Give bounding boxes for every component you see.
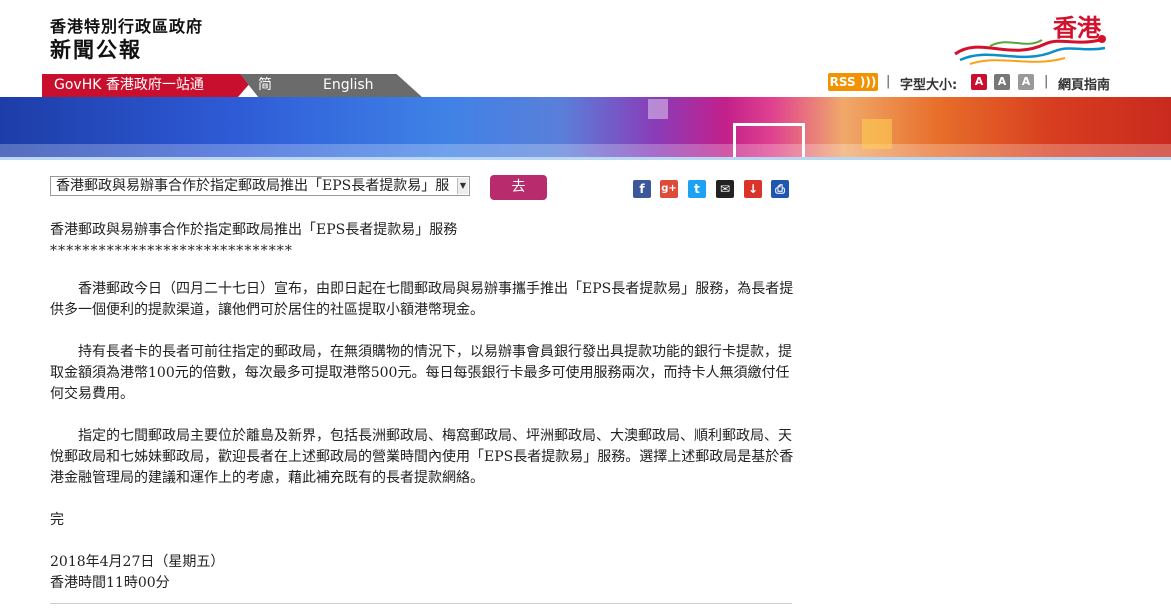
banner-decoration [862,119,892,149]
release-date: 2018年4月27日（星期五） [50,554,225,570]
go-button[interactable]: 去 [490,175,547,200]
banner-decoration [648,99,668,119]
chevron-down-icon[interactable]: ▼ [457,178,468,194]
banner-decoration [733,123,805,157]
font-size-large-button[interactable]: A [1018,74,1034,90]
twitter-icon[interactable]: t [688,180,706,198]
rss-button[interactable]: RSS ))) [828,73,878,91]
paragraph: 持有長者卡的長者可前往指定的郵政局，在無須購物的情況下，以易辦事會員銀行發出具提… [50,344,792,402]
header-banner [0,97,1171,157]
paragraph: 指定的七間郵政局主要位於離島及新界，包括長洲郵政局、梅窩郵政局、坪洲郵政局、大澳… [50,428,794,486]
govhk-link[interactable]: GovHK 香港政府一站通 [42,74,238,97]
divider [50,603,792,604]
paragraph: 香港郵政今日（四月二十七日）宣布，由即日起在七間郵政局與易辦事攜手推出「EPS長… [50,281,794,318]
site-guide-link[interactable]: 網頁指南 [1058,74,1110,93]
email-icon[interactable]: ✉ [716,180,734,198]
bookmark-icon[interactable]: ↓ [744,180,762,198]
end-marker: 完 [50,512,64,528]
banner-bottom-line [0,157,1171,160]
press-releases-title[interactable]: 新聞公報 [50,34,142,64]
release-time: 香港時間11時00分 [50,575,170,591]
headline-separator: ****************************** [50,243,293,259]
press-release-headline: 香港郵政與易辦事合作於指定郵政局推出「EPS長者提款易」服務 [50,222,458,238]
english-link[interactable]: English [323,74,374,97]
divider: | [886,74,891,89]
banner-stripe [0,144,1171,157]
selected-press-release: 香港郵政與易辦事合作於指定郵政局推出「EPS長者提款易」服 [56,178,450,194]
brand-hong-kong-logo[interactable]: 香港 [950,6,1110,68]
press-release-body: 香港郵政與易辦事合作於指定郵政局推出「EPS長者提款易」服務 *********… [50,220,795,594]
print-icon[interactable]: ⎙ [771,180,789,198]
rss-feed-icon: ))) [859,75,877,89]
font-size-medium-button[interactable]: A [994,74,1010,90]
rss-label: RSS [829,75,856,89]
google-plus-icon[interactable]: g+ [660,180,678,198]
brand-logo-text: 香港 [1053,14,1101,42]
font-size-small-button[interactable]: A [971,74,987,90]
font-size-label: 字型大小: [900,78,958,93]
press-release-select[interactable]: 香港郵政與易辦事合作於指定郵政局推出「EPS長者提款易」服 ▼ [50,176,470,196]
facebook-icon[interactable]: f [633,180,651,198]
divider: | [1044,74,1049,89]
site-header: 香港特別行政區政府 新聞公報 香港 [0,0,1171,72]
